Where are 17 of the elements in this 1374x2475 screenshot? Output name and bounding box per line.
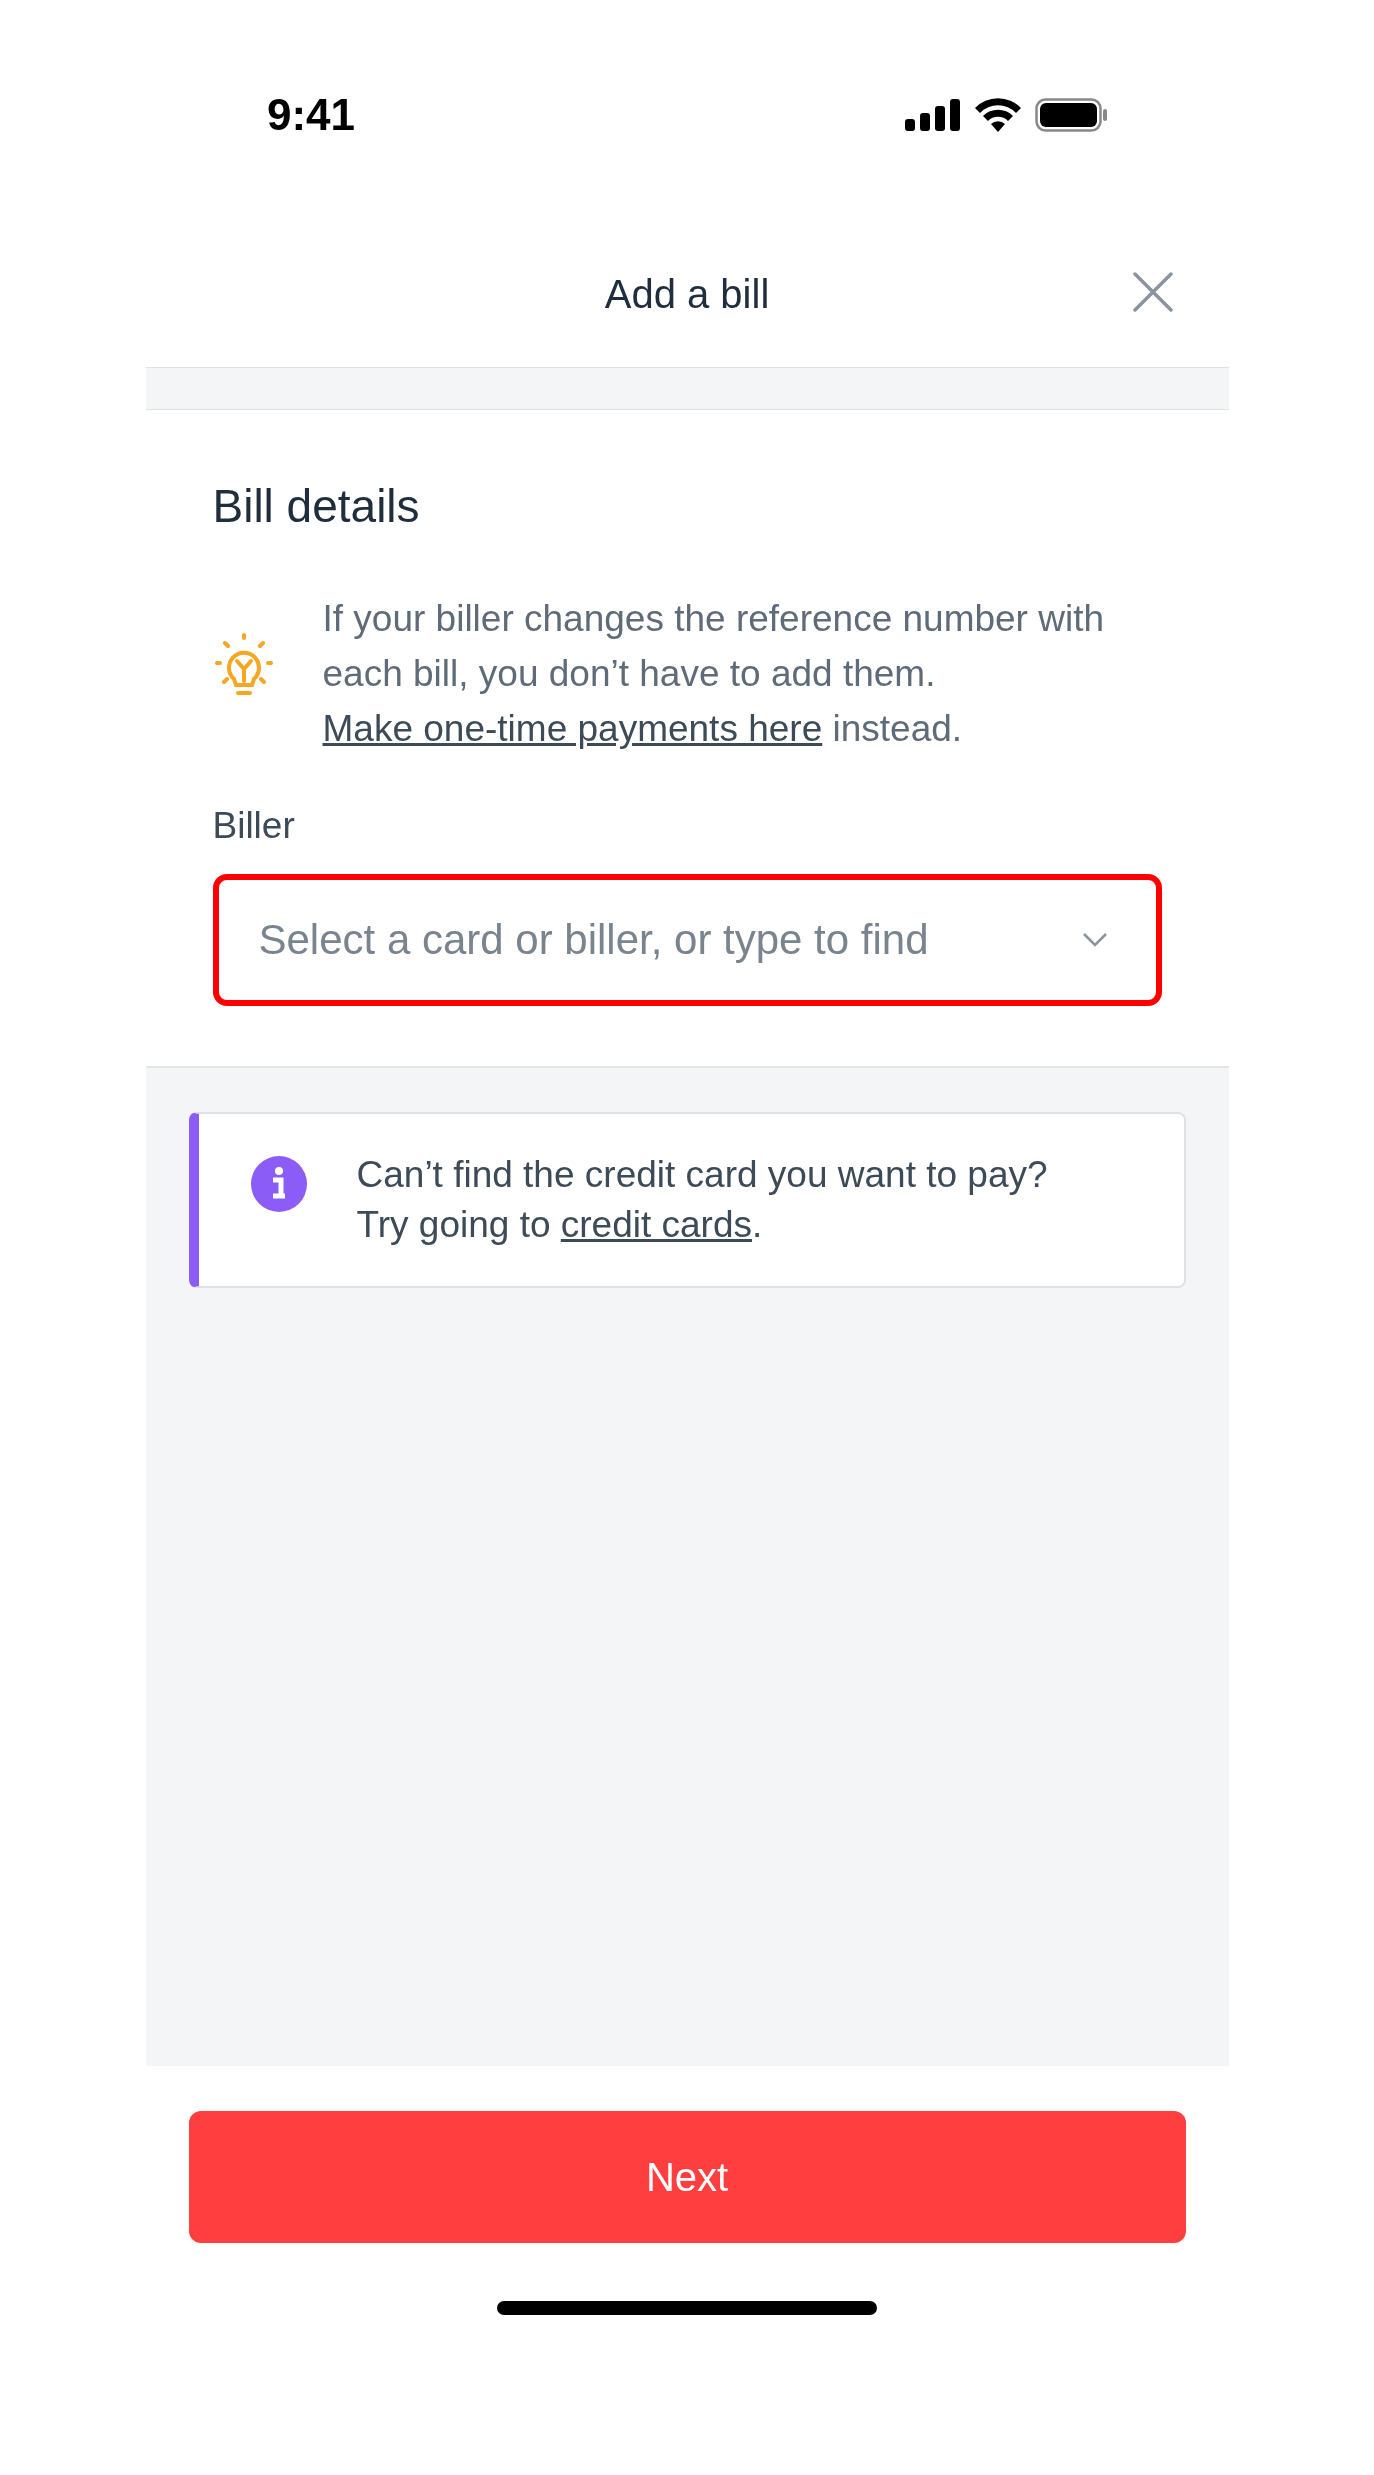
- chevron-down-icon: [1081, 931, 1108, 948]
- section-title: Bill details: [212, 479, 421, 534]
- notice-text: Can’t find the credit card you want to pay?: [356, 1152, 1048, 1197]
- credit-cards-link[interactable]: credit cards: [560, 1203, 752, 1245]
- close-icon[interactable]: [1132, 272, 1173, 312]
- notice-link-text: Try going to credit cards.: [356, 1202, 764, 1247]
- biller-label: Biller: [212, 804, 296, 848]
- biller-select[interactable]: Select a card or biller, or type to find: [212, 873, 1162, 1006]
- lightbulb-icon: [214, 633, 273, 697]
- tip-text: If your biller changes the reference number with each bill, you don’t have to add them. Make one-time payments here instead.: [322, 597, 1106, 751]
- status-time: 9:41: [267, 89, 356, 141]
- header-title: Add a bill: [604, 270, 770, 318]
- wifi-icon: [975, 98, 1021, 132]
- info-icon: [250, 1155, 307, 1212]
- one-time-payments-link[interactable]: Make one-time payments here: [322, 708, 823, 749]
- battery-icon: [1035, 98, 1107, 132]
- signal-icon: [905, 99, 961, 131]
